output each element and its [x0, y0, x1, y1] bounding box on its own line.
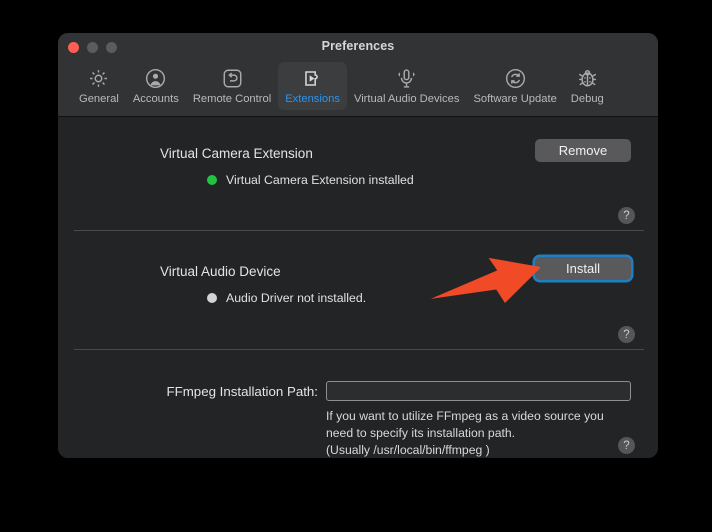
tab-accounts[interactable]: Accounts [126, 62, 186, 110]
preferences-window: Preferences General Accounts Remote Cont… [58, 33, 658, 458]
virtual-camera-title: Virtual Camera Extension [160, 146, 313, 161]
virtual-camera-status-text: Virtual Camera Extension installed [226, 173, 414, 187]
divider-2 [74, 349, 644, 350]
help-button-ffmpeg[interactable]: ? [618, 437, 635, 454]
window-titlebar: Preferences [58, 33, 658, 60]
tab-software-update-label: Software Update [473, 93, 557, 105]
tab-virtual-audio-devices-label: Virtual Audio Devices [353, 93, 460, 105]
help-button-camera[interactable]: ? [618, 207, 635, 224]
divider-1 [74, 230, 644, 231]
tab-debug[interactable]: Debug [564, 62, 611, 110]
tab-general[interactable]: General [72, 62, 126, 110]
preferences-toolbar: General Accounts Remote Control Extensio… [58, 60, 658, 117]
status-dot-installed [207, 175, 217, 185]
screenshot-root: Preferences General Accounts Remote Cont… [0, 0, 712, 532]
ladybug-icon [576, 66, 599, 90]
refresh-circle-icon [504, 66, 527, 90]
tab-general-label: General [79, 93, 119, 105]
microphone-icon [395, 66, 418, 90]
user-circle-icon [144, 66, 167, 90]
tab-extensions[interactable]: Extensions [278, 62, 347, 110]
virtual-camera-status: Virtual Camera Extension installed [207, 173, 414, 187]
virtual-audio-status: Audio Driver not installed. [207, 291, 366, 305]
tab-remote-control-label: Remote Control [192, 93, 272, 105]
ffmpeg-hint-text: If you want to utilize FFmpeg as a video… [326, 409, 604, 457]
remove-button[interactable]: Remove [535, 139, 631, 162]
status-dot-not-installed [207, 293, 217, 303]
virtual-audio-title: Virtual Audio Device [160, 264, 281, 279]
gear-icon [87, 66, 110, 90]
help-button-audio[interactable]: ? [618, 326, 635, 343]
ffmpeg-path-label: FFmpeg Installation Path: [166, 384, 318, 399]
install-button[interactable]: Install [535, 257, 631, 280]
virtual-audio-status-text: Audio Driver not installed. [226, 291, 367, 305]
remote-control-icon [221, 66, 244, 90]
tab-extensions-label: Extensions [285, 93, 340, 105]
tab-debug-label: Debug [570, 93, 604, 105]
ffmpeg-path-input[interactable] [326, 381, 631, 401]
tab-accounts-label: Accounts [132, 93, 179, 105]
tab-software-update[interactable]: Software Update [466, 62, 563, 110]
tab-virtual-audio-devices[interactable]: Virtual Audio Devices [347, 62, 467, 110]
window-title: Preferences [321, 39, 395, 53]
puzzle-play-icon [301, 66, 324, 90]
extensions-pane: Virtual Camera Extension Remove Virtual … [58, 117, 658, 458]
tab-remote-control[interactable]: Remote Control [186, 62, 278, 110]
